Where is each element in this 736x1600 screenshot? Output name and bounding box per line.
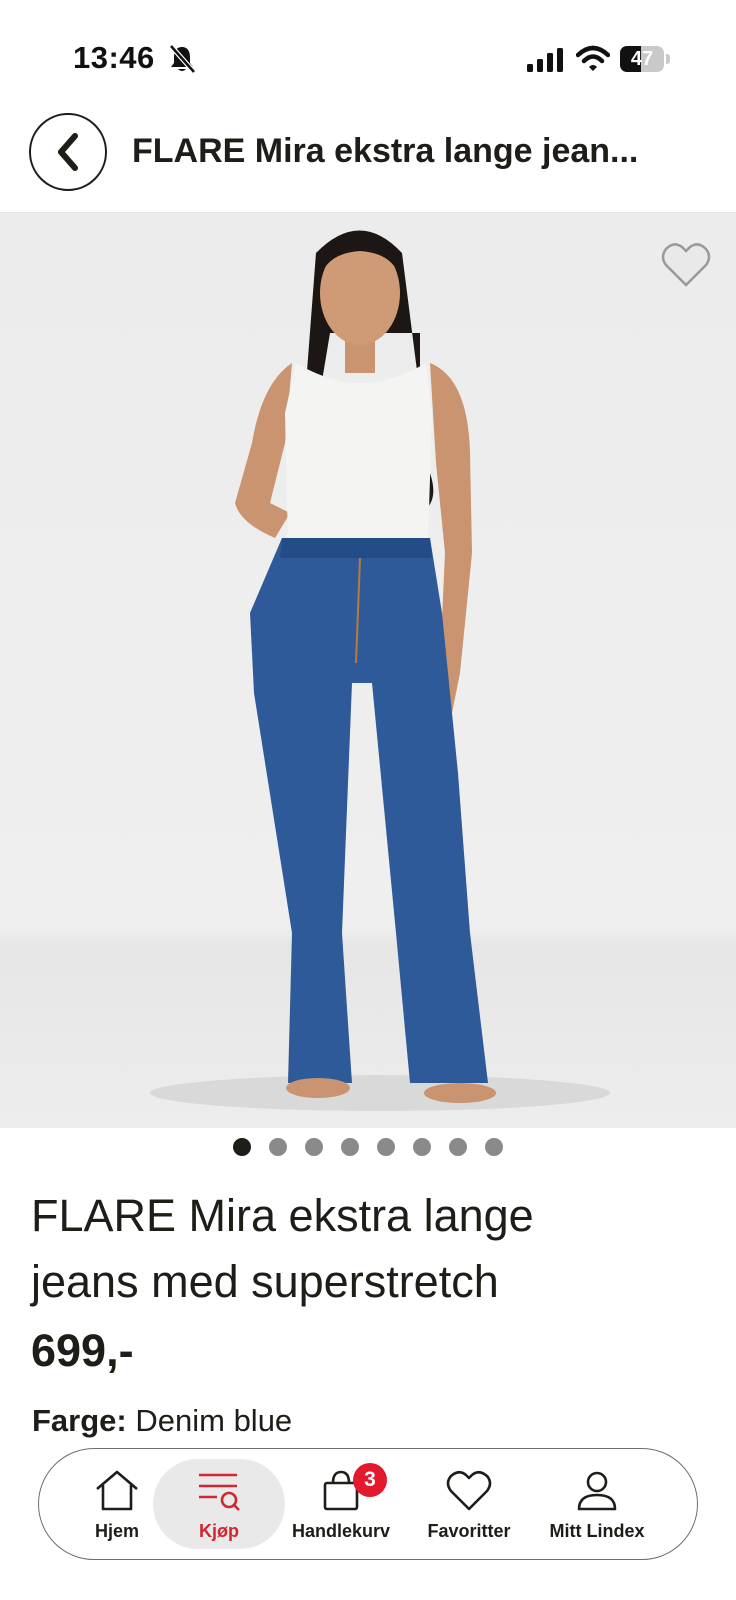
product-image[interactable] <box>0 213 736 1128</box>
carousel-dot[interactable] <box>413 1138 431 1156</box>
chevron-left-icon <box>58 133 78 171</box>
cart-count-badge: 3 <box>353 1463 387 1497</box>
favorite-heart-icon[interactable] <box>660 241 712 289</box>
wifi-icon <box>576 45 610 71</box>
tab-label: Kjøp <box>199 1521 239 1541</box>
status-bar: 13:46 47 <box>0 0 736 110</box>
tab-mitt-lindex[interactable]: Mitt Lindex <box>531 1459 663 1549</box>
color-value: Denim blue <box>135 1403 293 1438</box>
tab-kjop[interactable]: Kjøp <box>153 1459 285 1549</box>
product-price: 699,- <box>31 1325 134 1376</box>
carousel-dot[interactable] <box>377 1138 395 1156</box>
user-icon <box>577 1471 617 1511</box>
bottom-tab-bar: Hjem Kjøp 3 Handlekurv Favoritter Mitt L… <box>38 1448 698 1560</box>
status-time: 13:46 <box>73 40 155 75</box>
tab-handlekurv[interactable]: 3 Handlekurv <box>275 1459 407 1549</box>
signal-icon <box>527 48 563 72</box>
carousel-dot[interactable] <box>305 1138 323 1156</box>
color-line: Farge: Denim blue <box>32 1403 292 1439</box>
shop-search-icon <box>199 1473 240 1511</box>
product-name: FLARE Mira ekstra lange jeans med supers… <box>31 1190 534 1307</box>
battery-level: 47 <box>630 48 654 70</box>
header: FLARE Mira ekstra lange jean... <box>0 110 736 213</box>
tab-favoritter[interactable]: Favoritter <box>403 1459 535 1549</box>
carousel-dot[interactable] <box>269 1138 287 1156</box>
page-title: FLARE Mira ekstra lange jean... <box>132 132 639 170</box>
bell-off-icon <box>169 44 196 74</box>
carousel-dot[interactable] <box>233 1138 251 1156</box>
color-label: Farge: <box>32 1403 127 1438</box>
heart-icon <box>446 1470 492 1511</box>
carousel-dot[interactable] <box>341 1138 359 1156</box>
product-photo <box>150 230 610 1111</box>
carousel-dots[interactable] <box>0 1138 736 1158</box>
tab-label: Handlekurv <box>291 1521 391 1541</box>
home-icon <box>96 1470 138 1511</box>
back-button[interactable] <box>29 113 107 191</box>
carousel-dot[interactable] <box>485 1138 503 1156</box>
battery-indicator: 47 <box>620 46 670 72</box>
tab-label: Favoritter <box>427 1521 511 1541</box>
tab-label: Mitt Lindex <box>549 1521 645 1541</box>
carousel-dot[interactable] <box>449 1138 467 1156</box>
